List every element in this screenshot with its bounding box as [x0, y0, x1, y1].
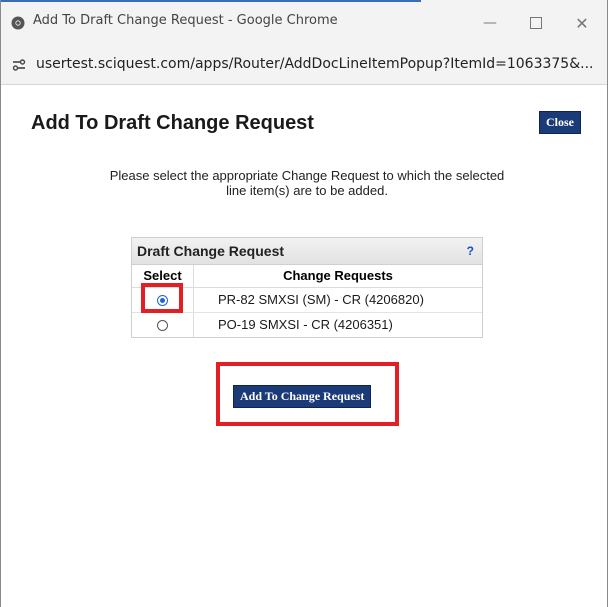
table-title: Draft Change Request — [137, 243, 285, 259]
title-accent — [1, 0, 421, 2]
site-settings-icon[interactable] — [11, 58, 27, 72]
close-button[interactable]: Close — [539, 111, 581, 134]
highlight-box: Add To Change Request — [216, 362, 399, 426]
help-link[interactable]: ? — [467, 244, 474, 258]
table-row[interactable]: PO-19 SMXSI - CR (4206351) — [132, 313, 482, 337]
window-title: Add To Draft Change Request - Google Chr… — [33, 13, 338, 28]
select-cell — [132, 283, 194, 313]
title-bar: Add To Draft Change Request - Google Chr… — [1, 0, 607, 46]
change-request-label: PR-82 SMXSI (SM) - CR (4206820) — [218, 292, 424, 307]
change-request-label: PO-19 SMXSI - CR (4206351) — [218, 317, 393, 332]
chrome-icon — [11, 16, 25, 30]
instructions-text: Please select the appropriate Change Req… — [109, 168, 505, 198]
browser-popup-window: Add To Draft Change Request - Google Chr… — [0, 0, 608, 607]
page-title: Add To Draft Change Request — [31, 112, 314, 134]
maximize-icon[interactable] — [522, 10, 550, 36]
popup-content: Add To Draft Change Request Close Please… — [1, 85, 607, 607]
column-header-change-requests: Change Requests — [283, 268, 393, 283]
minimize-icon[interactable]: — — [476, 10, 504, 36]
close-window-icon[interactable]: ✕ — [568, 10, 596, 36]
select-cell — [132, 313, 194, 337]
add-to-change-request-button[interactable]: Add To Change Request — [233, 385, 372, 408]
table-header: Draft Change Request ? — [132, 238, 482, 265]
address-bar[interactable]: usertest.sciquest.com/apps/Router/AddDoc… — [1, 46, 607, 85]
column-header-select: Select — [132, 265, 194, 287]
url-text[interactable]: usertest.sciquest.com/apps/Router/AddDoc… — [36, 56, 593, 72]
radio-button[interactable] — [157, 319, 168, 331]
draft-change-request-table: Draft Change Request ? Select Change Req… — [131, 237, 483, 338]
column-header-row: Select Change Requests — [132, 265, 482, 288]
table-row[interactable]: PR-82 SMXSI (SM) - CR (4206820) — [132, 283, 482, 313]
radio-button-selected[interactable] — [157, 294, 168, 306]
